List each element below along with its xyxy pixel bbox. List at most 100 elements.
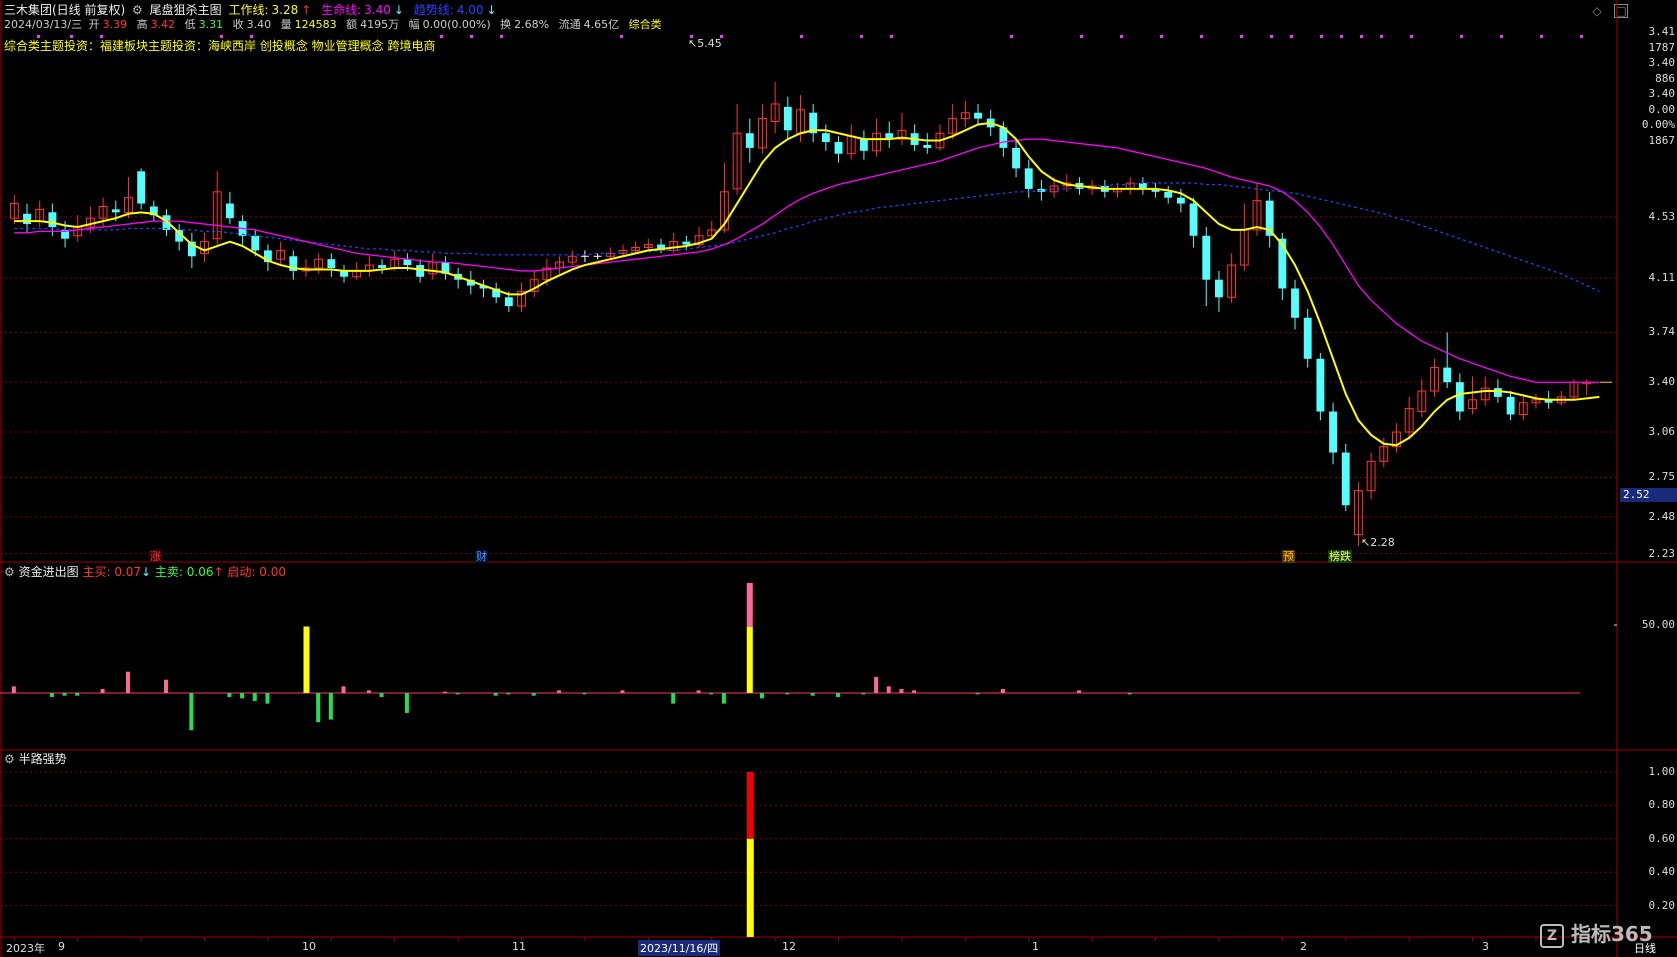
signal-dot [1410,35,1413,38]
strength-bar-bottom [746,838,754,937]
candle-down [378,265,386,268]
money-flow-in-bar [303,626,310,693]
signal-dot [250,35,253,38]
signal-dot [220,35,223,38]
money-flow-out-bar [810,693,815,696]
price-tick-label: 3.74 [1648,325,1676,339]
candle-down [225,203,234,219]
candle-down [682,241,691,245]
signal-dot [70,35,73,38]
signal-dot [1270,35,1273,38]
signal-dot [1160,35,1163,38]
signal-dot [890,35,893,38]
price-tick-label: 4.53 [1648,209,1676,223]
watermark: Z 指标365 [1540,918,1653,948]
candle-down [1443,367,1452,383]
work-line [14,121,1600,447]
money-flow-out-bar [506,693,511,695]
candle-down [1493,388,1502,397]
x-label-nov: 11 [512,940,526,953]
x-label-year: 2023年 [6,942,45,955]
candle-down [504,297,513,307]
money-flow-out-bar [328,693,333,720]
candle-down [23,213,31,225]
candle-down [48,212,57,227]
signal-dot [1340,35,1343,38]
candle-down [251,235,260,251]
candle-down [1291,288,1299,318]
watermark-logo-icon: Z [1540,923,1564,948]
money-flow-out-bar [62,693,67,696]
signal-dot [1360,35,1363,38]
candle-down [137,171,146,204]
candle-down [1012,147,1020,169]
x-label-cursor-date: 2023/11/16/四 [638,940,721,956]
money-flow-out-bar [252,693,257,701]
candle-down [1303,317,1312,359]
event-marker-forecast[interactable]: 预 [1282,550,1295,563]
candle-down [1506,396,1515,415]
money-flow-in-bar [11,686,16,693]
money-flow-out-bar [455,693,460,695]
candle-down [1024,168,1033,189]
money-flow-in-bar [442,691,447,693]
money-flow-out-bar [189,693,194,731]
panel2-title: 资金进出图 [18,565,79,579]
money-flow-out-bar [836,693,841,697]
x-label-feb: 2 [1300,940,1307,953]
candle-down [745,133,754,148]
signal-dot [1010,35,1013,38]
event-marker-finance[interactable]: 财 [475,550,488,563]
money-flow-in-bar [696,690,701,693]
money-flow-out-bar [709,693,714,695]
money-flow-out-bar [759,693,764,699]
settings-icon[interactable]: ⚙ [4,752,15,766]
signal-dot [1080,35,1083,38]
low-price-marker: ↖2.28 [1361,536,1395,549]
candle-down [834,142,843,154]
strength-tick-label: 0.60 [1648,831,1676,845]
settings-icon[interactable]: ⚙ [4,565,15,579]
money-flow-out-bar [265,693,270,704]
signal-dot [620,35,623,38]
money-flow-in-bar [366,690,371,693]
money-flow-in-bar [912,690,917,693]
signal-dot [1500,35,1503,38]
signal-dot [100,35,103,38]
money-flow-in-bar [746,583,753,627]
signal-dot [500,35,503,38]
candle-down [111,209,120,213]
candle-down [327,259,336,268]
money-flow-out-bar [861,693,866,695]
signal-dot [37,35,40,38]
money-flow-out-bar [785,693,790,695]
strength-tick-label: 1.00 [1648,765,1676,778]
money-flow-out-bar [493,693,498,696]
high-price-marker: ↖5.45 [688,37,722,50]
money-flow-axis: 50.00 [1641,618,1675,631]
x-label-dec: 12 [782,940,796,953]
money-flow-in-bar [125,671,130,693]
candlestick-chart[interactable] [0,0,1677,957]
price-tick-label: 2.75 [1648,470,1676,484]
candle-down [859,139,868,151]
candle-down [821,133,830,143]
candle-down [1341,452,1350,506]
price-info-label: 0.00 [1648,102,1676,116]
signal-dot [1380,35,1383,38]
candle-down [1176,197,1185,204]
money-flow-in-bar [100,689,105,693]
event-marker-limit-up[interactable]: 涨 [149,550,162,563]
life-line [14,138,1600,383]
price-info-label: 3.40 [1648,56,1676,69]
money-flow-in-bar [1000,689,1005,693]
event-marker-ranking[interactable]: 榜跌 [1328,550,1352,563]
strength-tick-label: 0.20 [1648,898,1676,912]
money-flow-out-bar [975,693,980,695]
price-tick-label: 2.23 [1648,546,1676,560]
x-label-jan: 1 [1032,940,1039,953]
signal-dot [1240,35,1243,38]
money-flow-out-bar [582,693,587,695]
money-flow-in-bar [874,677,879,693]
money-flow-out-bar [227,693,232,697]
